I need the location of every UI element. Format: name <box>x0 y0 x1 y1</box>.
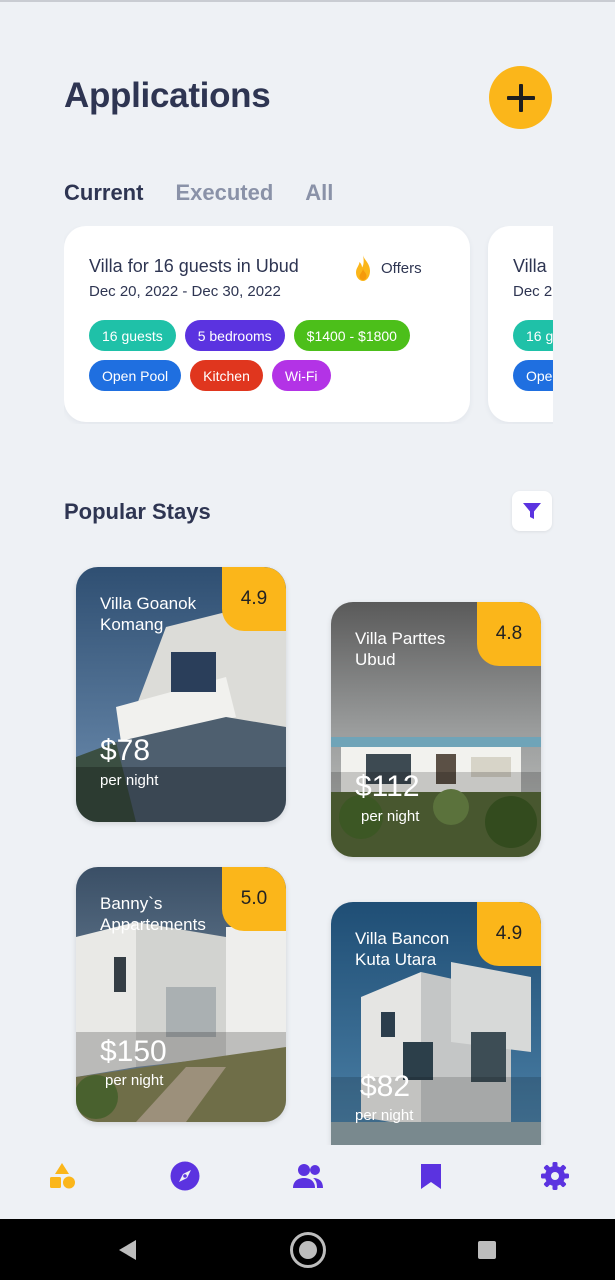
application-card[interactable]: Villa for 16 guests in Ubud Dec 20, 2022… <box>64 226 470 422</box>
stay-price: $78 <box>100 734 151 767</box>
tab-current[interactable]: Current <box>64 180 143 206</box>
tag-list: 16 g <box>513 320 553 351</box>
stay-name: Villa Parttes Ubud <box>355 629 446 669</box>
price-unit: per night <box>100 772 159 789</box>
rating-badge: 5.0 <box>222 867 286 931</box>
stay-name: Villa Goanok Komang <box>100 594 197 634</box>
stay-price: $150 <box>100 1035 167 1068</box>
tag-bedrooms: 5 bedrooms <box>184 320 285 351</box>
stay-card[interactable]: Villa Parttes Ubud 4.8 $112 per night <box>331 602 541 857</box>
people-icon <box>293 1164 323 1188</box>
stay-price: $112 <box>355 770 420 803</box>
tag-open-pool: Ope <box>513 360 553 391</box>
compass-icon <box>170 1161 200 1191</box>
recents-square-icon <box>478 1240 496 1259</box>
back-triangle-icon <box>119 1239 136 1260</box>
stay-card[interactable]: Villa Bancon Kuta Utara 4.9 $82 per nigh… <box>331 902 541 1145</box>
stay-card[interactable]: Villa Goanok Komang 4.9 $78 per night <box>76 567 286 822</box>
system-home-button[interactable] <box>278 1219 338 1280</box>
tag-guests: 16 guests <box>89 320 176 351</box>
tab-all[interactable]: All <box>305 180 333 206</box>
stay-name: Villa Bancon Kuta Utara <box>355 929 450 969</box>
nav-people[interactable] <box>288 1156 328 1196</box>
nav-saved[interactable] <box>411 1156 451 1196</box>
shapes-icon <box>50 1163 75 1189</box>
tag-list: Ope <box>513 360 553 391</box>
nav-home[interactable] <box>42 1156 82 1196</box>
price-unit: per night <box>105 1072 164 1089</box>
plus-icon <box>506 83 535 112</box>
nav-explore[interactable] <box>165 1156 205 1196</box>
bottom-navigation <box>0 1145 615 1219</box>
price-unit: per night <box>355 1107 414 1124</box>
rating-badge: 4.9 <box>222 567 286 631</box>
filter-button[interactable] <box>512 491 552 531</box>
nav-settings[interactable] <box>535 1156 575 1196</box>
gear-icon <box>541 1162 569 1190</box>
rating-badge: 4.8 <box>477 602 541 666</box>
rating-badge: 4.9 <box>477 902 541 966</box>
tag-price-range: $1400 - $1800 <box>293 320 410 351</box>
application-tabs: Current Executed All <box>64 180 333 206</box>
bookmark-icon <box>421 1164 441 1189</box>
application-dates: Dec 2 <box>513 283 553 300</box>
application-dates: Dec 20, 2022 - Dec 30, 2022 <box>89 283 281 300</box>
stay-card[interactable]: Banny`s Appartements 5.0 $150 per night <box>76 867 286 1122</box>
tag-open-pool: Open Pool <box>89 360 182 391</box>
application-title: Villa <box>513 256 547 276</box>
system-back-button[interactable] <box>98 1219 158 1280</box>
status-divider <box>0 0 615 2</box>
applications-carousel[interactable]: Villa for 16 guests in Ubud Dec 20, 2022… <box>64 226 553 424</box>
stay-name: Banny`s Appartements <box>100 894 206 934</box>
tag-kitchen: Kitchen <box>190 360 263 391</box>
filter-icon <box>523 503 541 519</box>
price-unit: per night <box>361 808 420 825</box>
tag-list: 16 guests 5 bedrooms $1400 - $1800 Open … <box>89 320 439 391</box>
offers-label: Offers <box>381 259 422 277</box>
home-circle-icon <box>290 1231 326 1268</box>
flame-icon <box>356 255 370 281</box>
tag-wifi: Wi-Fi <box>271 360 331 391</box>
stay-price: $82 <box>360 1070 411 1103</box>
add-application-button[interactable] <box>489 66 552 129</box>
application-card[interactable]: Villa Dec 2 16 g Ope <box>488 226 553 422</box>
tag-guests: 16 g <box>513 320 553 351</box>
system-navigation-bar <box>0 1219 615 1280</box>
system-recents-button[interactable] <box>457 1219 517 1280</box>
section-title: Popular Stays <box>64 499 211 524</box>
tab-executed[interactable]: Executed <box>175 180 273 206</box>
page-title: Applications <box>64 76 271 115</box>
offers-indicator[interactable]: Offers <box>351 254 422 282</box>
